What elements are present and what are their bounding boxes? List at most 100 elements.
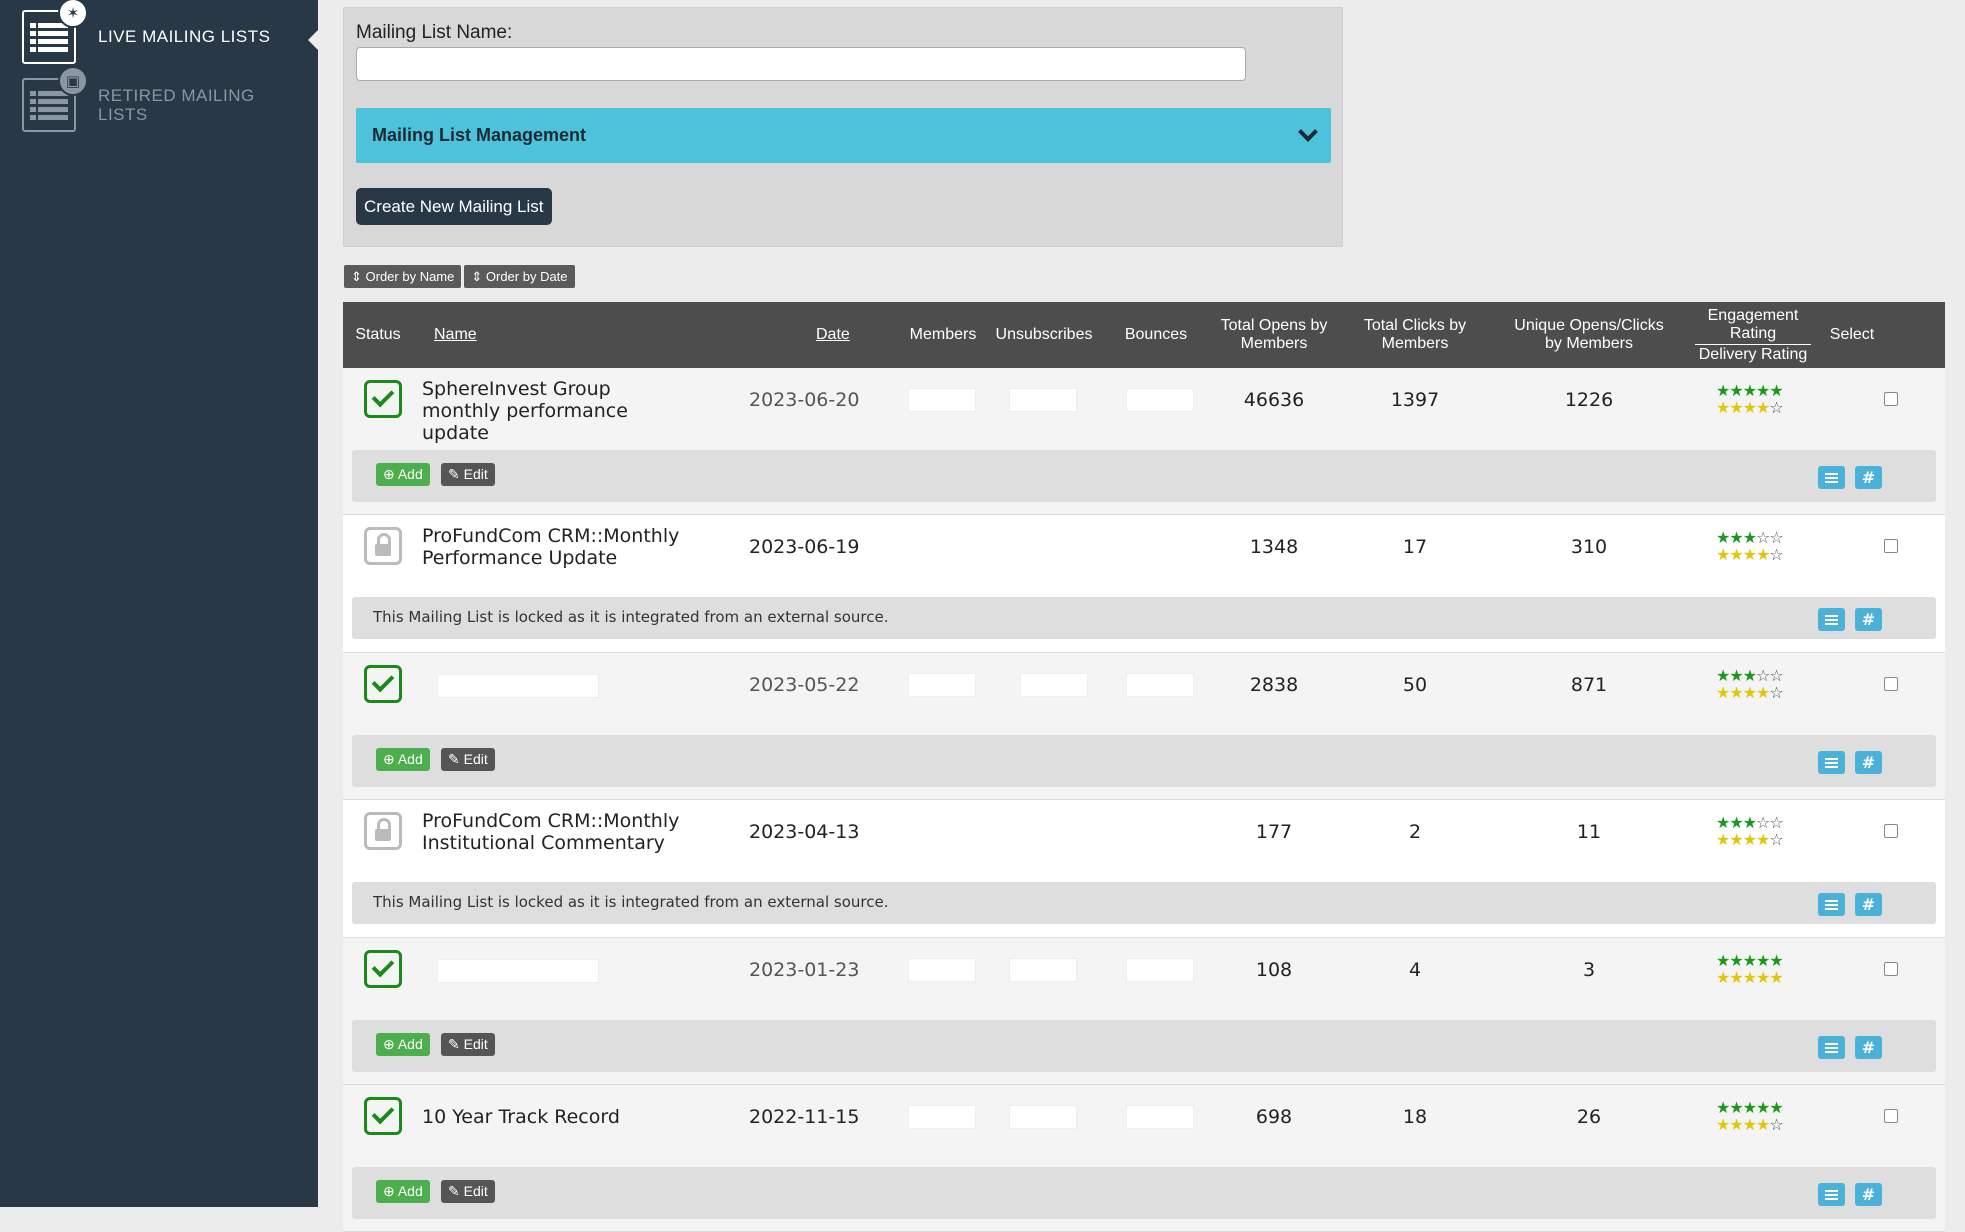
table-row: ProFundCom CRM::Monthly Institutional Co… (343, 800, 1945, 938)
list-name: SphereInvest Group monthly performance u… (422, 378, 628, 444)
edit-button[interactable]: ✎ Edit (441, 748, 495, 771)
list-icon (1825, 1188, 1838, 1202)
edit-button[interactable]: ✎ Edit (441, 1180, 495, 1203)
row-actions: ⊕ Add ✎ Edit # (352, 1020, 1936, 1072)
order-by-date-button[interactable]: ⇕ Order by Date (464, 265, 575, 288)
hash-button[interactable]: # (1855, 1183, 1882, 1206)
row-actions: This Mailing List is locked as it is int… (352, 882, 1936, 924)
add-button[interactable]: ⊕ Add (376, 748, 430, 771)
hash-button[interactable]: # (1855, 751, 1882, 774)
row-actions: ⊕ Add ✎ Edit # (352, 1167, 1936, 1219)
mailing-list-management-toggle[interactable]: Mailing List Management (356, 108, 1331, 163)
total-clicks-value: 18 (1402, 1106, 1428, 1128)
header-unsubscribes: Unsubscribes (995, 326, 1093, 343)
active-check-icon[interactable] (364, 380, 402, 418)
total-clicks-value: 50 (1402, 674, 1428, 696)
header-engagement-line1: Engagement (1707, 307, 1799, 324)
add-button[interactable]: ⊕ Add (376, 463, 430, 486)
header-unique: Unique Opens/Clicks by Members (1504, 317, 1674, 353)
total-opens-value: 46636 (1243, 389, 1305, 411)
select-checkbox[interactable] (1884, 962, 1898, 976)
unique-value: 3 (1582, 959, 1596, 981)
active-check-icon[interactable] (364, 1097, 402, 1135)
select-checkbox[interactable] (1884, 539, 1898, 553)
list-name: ProFundCom CRM::Monthly Institutional Co… (422, 810, 680, 854)
header-unique-line1: Unique Opens/Clicks (1514, 317, 1664, 334)
unique-value: 871 (1570, 674, 1608, 696)
list-name: 10 Year Track Record (422, 1106, 620, 1128)
list-icon: ✶ (22, 0, 88, 64)
list-date: 2023-01-23 (749, 959, 860, 981)
list-view-button[interactable] (1818, 751, 1845, 774)
list-view-button[interactable] (1818, 1183, 1845, 1206)
list-date: 2023-06-19 (749, 536, 860, 558)
list-view-button[interactable] (1818, 466, 1845, 489)
order-controls: ⇕ Order by Name ⇕ Order by Date (344, 265, 575, 288)
sidebar-item-label: LIVE MAILING LISTS (98, 27, 271, 46)
unsubscribes-value (1009, 388, 1077, 412)
row-actions: ⊕ Add ✎ Edit # (352, 450, 1936, 502)
rating-stars: ★★★★★ ★★★★☆ (1716, 1099, 1796, 1133)
row-actions: ⊕ Add ✎ Edit # (352, 735, 1936, 787)
rating-stars: ★★★★★ ★★★★☆ (1716, 382, 1796, 416)
members-value (908, 673, 976, 697)
create-new-mailing-list-button[interactable]: Create New Mailing List (356, 188, 552, 225)
rating-stars: ★★★☆☆ ★★★★☆ (1716, 667, 1796, 701)
active-check-icon[interactable] (364, 950, 402, 988)
bounces-value (1126, 388, 1194, 412)
bounces-value (1126, 958, 1194, 982)
active-indicator (308, 30, 318, 50)
mailing-list-name-input[interactable] (356, 47, 1246, 81)
delivery-rating: ★★★★☆ (1716, 545, 1784, 564)
edit-button[interactable]: ✎ Edit (441, 463, 495, 486)
add-button[interactable]: ⊕ Add (376, 1180, 430, 1203)
list-view-button[interactable] (1818, 608, 1845, 631)
header-date[interactable]: Date (816, 326, 850, 344)
engagement-rating: ★★★☆☆ (1716, 666, 1784, 685)
row-actions: This Mailing List is locked as it is int… (352, 597, 1936, 639)
header-total-opens-line1: Total Opens by (1220, 317, 1328, 334)
header-name[interactable]: Name (434, 326, 477, 344)
header-members: Members (909, 326, 977, 343)
person-icon: ✶ (58, 0, 88, 28)
engagement-rating: ★★★★★ (1716, 951, 1784, 970)
chevron-down-icon (1298, 121, 1318, 142)
unsubscribes-value (1009, 958, 1077, 982)
add-button[interactable]: ⊕ Add (376, 1033, 430, 1056)
hash-button[interactable]: # (1855, 466, 1882, 489)
unique-value: 26 (1576, 1106, 1602, 1128)
members-value (908, 958, 976, 982)
select-checkbox[interactable] (1884, 677, 1898, 691)
locked-message: This Mailing List is locked as it is int… (373, 608, 889, 626)
select-checkbox[interactable] (1884, 392, 1898, 406)
sidebar-item-retired-mailing-lists[interactable]: ▣ RETIRED MAILING LISTS (22, 66, 258, 132)
select-checkbox[interactable] (1884, 1109, 1898, 1123)
order-by-name-button[interactable]: ⇕ Order by Name (344, 265, 462, 288)
header-total-clicks-line1: Total Clicks by (1363, 317, 1467, 334)
header-engagement: Engagement Rating (1695, 307, 1811, 345)
bed-icon: ▣ (58, 66, 88, 96)
select-checkbox[interactable] (1884, 824, 1898, 838)
table-row: SphereInvest Group monthly performance u… (343, 368, 1945, 515)
header-bounces: Bounces (1124, 326, 1188, 343)
sidebar-item-live-mailing-lists[interactable]: ✶ LIVE MAILING LISTS (22, 0, 271, 64)
list-icon (1825, 613, 1838, 627)
header-engagement-line2: Rating (1729, 325, 1777, 342)
list-view-button[interactable] (1818, 893, 1845, 916)
header-ratings: Engagement Rating Delivery Rating (1695, 307, 1811, 364)
total-opens-value: 2838 (1249, 674, 1299, 696)
hash-button[interactable]: # (1855, 608, 1882, 631)
table-header: Status Name Date Members Unsubscribes Bo… (343, 302, 1945, 368)
unique-value: 1226 (1564, 389, 1614, 411)
hash-button[interactable]: # (1855, 1036, 1882, 1059)
edit-button[interactable]: ✎ Edit (441, 1033, 495, 1056)
header-status: Status (355, 326, 401, 343)
sidebar-item-label: RETIRED MAILING LISTS (98, 86, 255, 124)
hash-button[interactable]: # (1855, 893, 1882, 916)
list-view-button[interactable] (1818, 1036, 1845, 1059)
table-row: 2023-01-23 108 4 3 ★★★★★ ★★★★★ ⊕ Add ✎ Edit # (343, 938, 1945, 1085)
members-value (908, 1105, 976, 1129)
table-row: 2023-05-22 2838 50 871 ★★★☆☆ ★★★★☆ ⊕ Add ✎ E… (343, 653, 1945, 800)
active-check-icon[interactable] (364, 665, 402, 703)
delivery-rating: ★★★★☆ (1716, 683, 1784, 702)
